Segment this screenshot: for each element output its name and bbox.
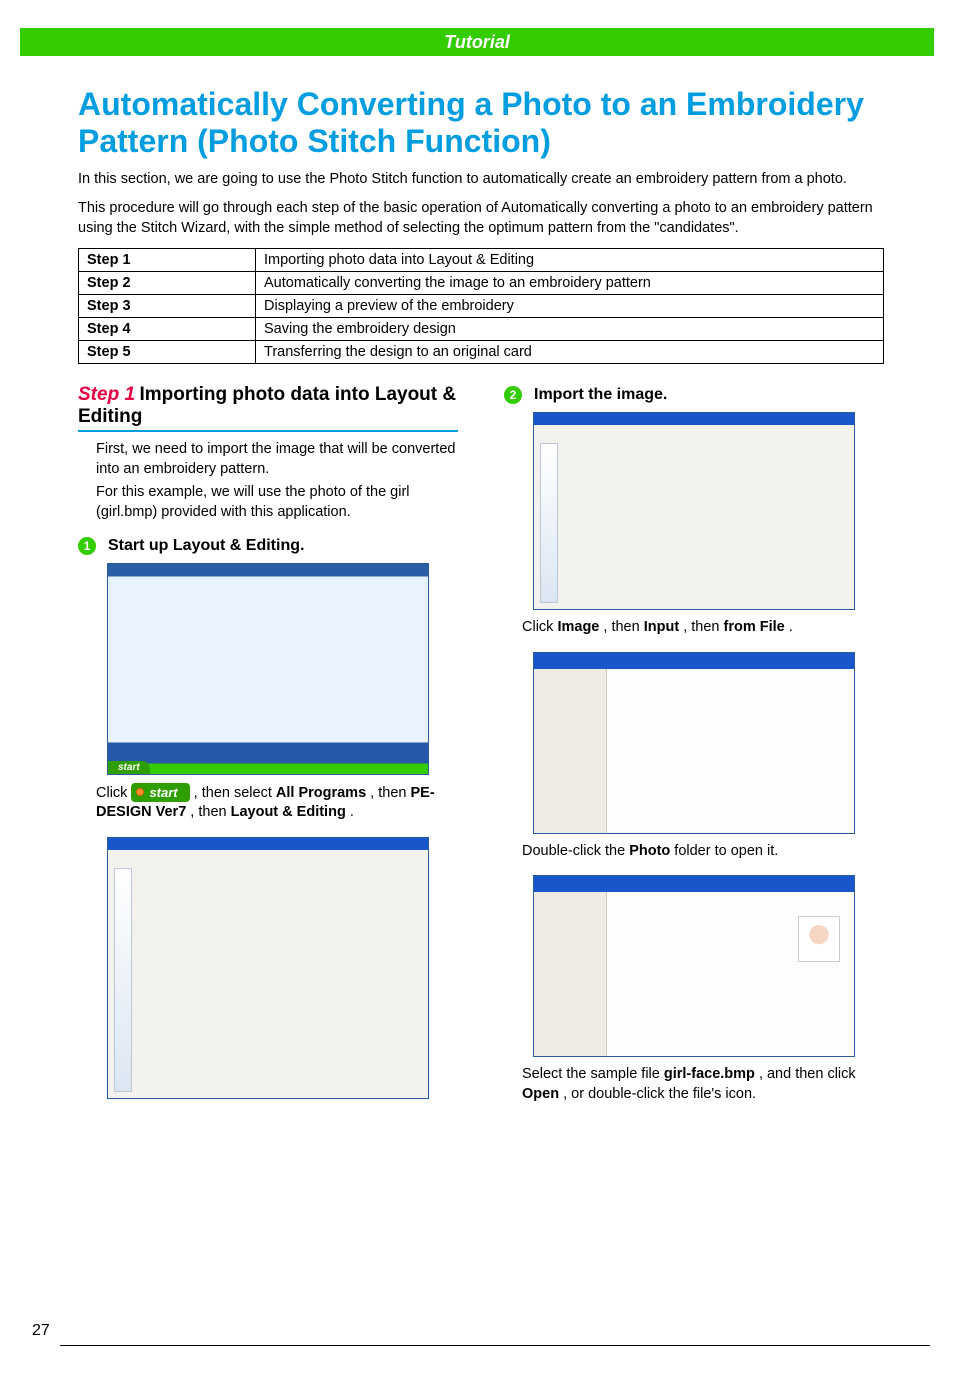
caption-text: , or double-click the file's icon. (563, 1086, 756, 1102)
step1-title: Importing photo data into Layout & Editi… (78, 384, 456, 427)
figure-start-menu (107, 563, 429, 775)
intro-paragraph-2: This procedure will go through each step… (78, 199, 884, 238)
page-number: 27 (32, 1322, 50, 1340)
caption-strong: from File (724, 619, 785, 635)
table-row: Step 1 Importing photo data into Layout … (79, 249, 884, 272)
figure-open-dialog-sample (533, 652, 855, 834)
step-cell-desc: Displaying a preview of the embroidery (256, 295, 884, 318)
caption-text: Double-click the (522, 843, 629, 859)
caption-text: . (350, 804, 354, 820)
caption-image-input: Click Image , then Input , then from Fil… (522, 618, 884, 638)
caption-text: , then (190, 804, 230, 820)
caption-select-file: Select the sample file girl-face.bmp , a… (522, 1065, 884, 1104)
bullet-1-icon: 1 (78, 537, 96, 555)
caption-strong: girl-face.bmp (664, 1066, 755, 1082)
table-row: Step 5 Transferring the design to an ori… (79, 341, 884, 364)
header-band: Tutorial (20, 28, 934, 56)
caption-strong: Open (522, 1086, 559, 1102)
figure-open-dialog-photo (533, 875, 855, 1057)
start-button-icon: start (131, 783, 189, 803)
bullet-2-icon: 2 (504, 386, 522, 404)
figure-layout-editing-blank (107, 837, 429, 1099)
caption-text: folder to open it. (674, 843, 778, 859)
step-cell-desc: Importing photo data into Layout & Editi… (256, 249, 884, 272)
step1-intro-a: First, we need to import the image that … (96, 440, 458, 479)
caption-text: Select the sample file (522, 1066, 664, 1082)
step-cell-desc: Saving the embroidery design (256, 318, 884, 341)
caption-text: , then (370, 785, 410, 801)
caption-text: Click (522, 619, 557, 635)
step-cell-label: Step 3 (79, 295, 256, 318)
caption-open-photo-folder: Double-click the Photo folder to open it… (522, 842, 884, 862)
step1-intro-b: For this example, we will use the photo … (96, 483, 458, 522)
page-number-rule (60, 1345, 930, 1346)
caption-text: . (789, 619, 793, 635)
step1-label: Step 1 (78, 384, 135, 405)
step-cell-label: Step 4 (79, 318, 256, 341)
step-cell-label: Step 2 (79, 272, 256, 295)
steps-table: Step 1 Importing photo data into Layout … (78, 248, 884, 364)
caption-strong: Image (557, 619, 599, 635)
page-title: Automatically Converting a Photo to an E… (78, 86, 884, 160)
step1-heading: Step 1 Importing photo data into Layout … (78, 384, 458, 432)
substep1-title: Start up Layout & Editing. (108, 537, 304, 555)
step-cell-desc: Transferring the design to an original c… (256, 341, 884, 364)
caption-strong: All Programs (276, 785, 366, 801)
caption-strong: Photo (629, 843, 670, 859)
caption-text: , then select (194, 785, 276, 801)
intro-paragraph-1: In this section, we are going to use the… (78, 170, 884, 190)
caption-text: , then (683, 619, 723, 635)
caption-strong: Input (644, 619, 679, 635)
substep2-title: Import the image. (534, 386, 667, 404)
step-cell-label: Step 1 (79, 249, 256, 272)
table-row: Step 4 Saving the embroidery design (79, 318, 884, 341)
table-row: Step 2 Automatically converting the imag… (79, 272, 884, 295)
figure-image-menu (533, 412, 855, 610)
caption-strong: Layout & Editing (231, 804, 346, 820)
caption-text: , and then click (759, 1066, 856, 1082)
thumbnail-girl-face (798, 916, 840, 962)
step-cell-label: Step 5 (79, 341, 256, 364)
caption-text: Click (96, 785, 131, 801)
caption-text: , then (603, 619, 643, 635)
step-cell-desc: Automatically converting the image to an… (256, 272, 884, 295)
caption-start-menu: Click start , then select All Programs ,… (96, 783, 458, 823)
table-row: Step 3 Displaying a preview of the embro… (79, 295, 884, 318)
